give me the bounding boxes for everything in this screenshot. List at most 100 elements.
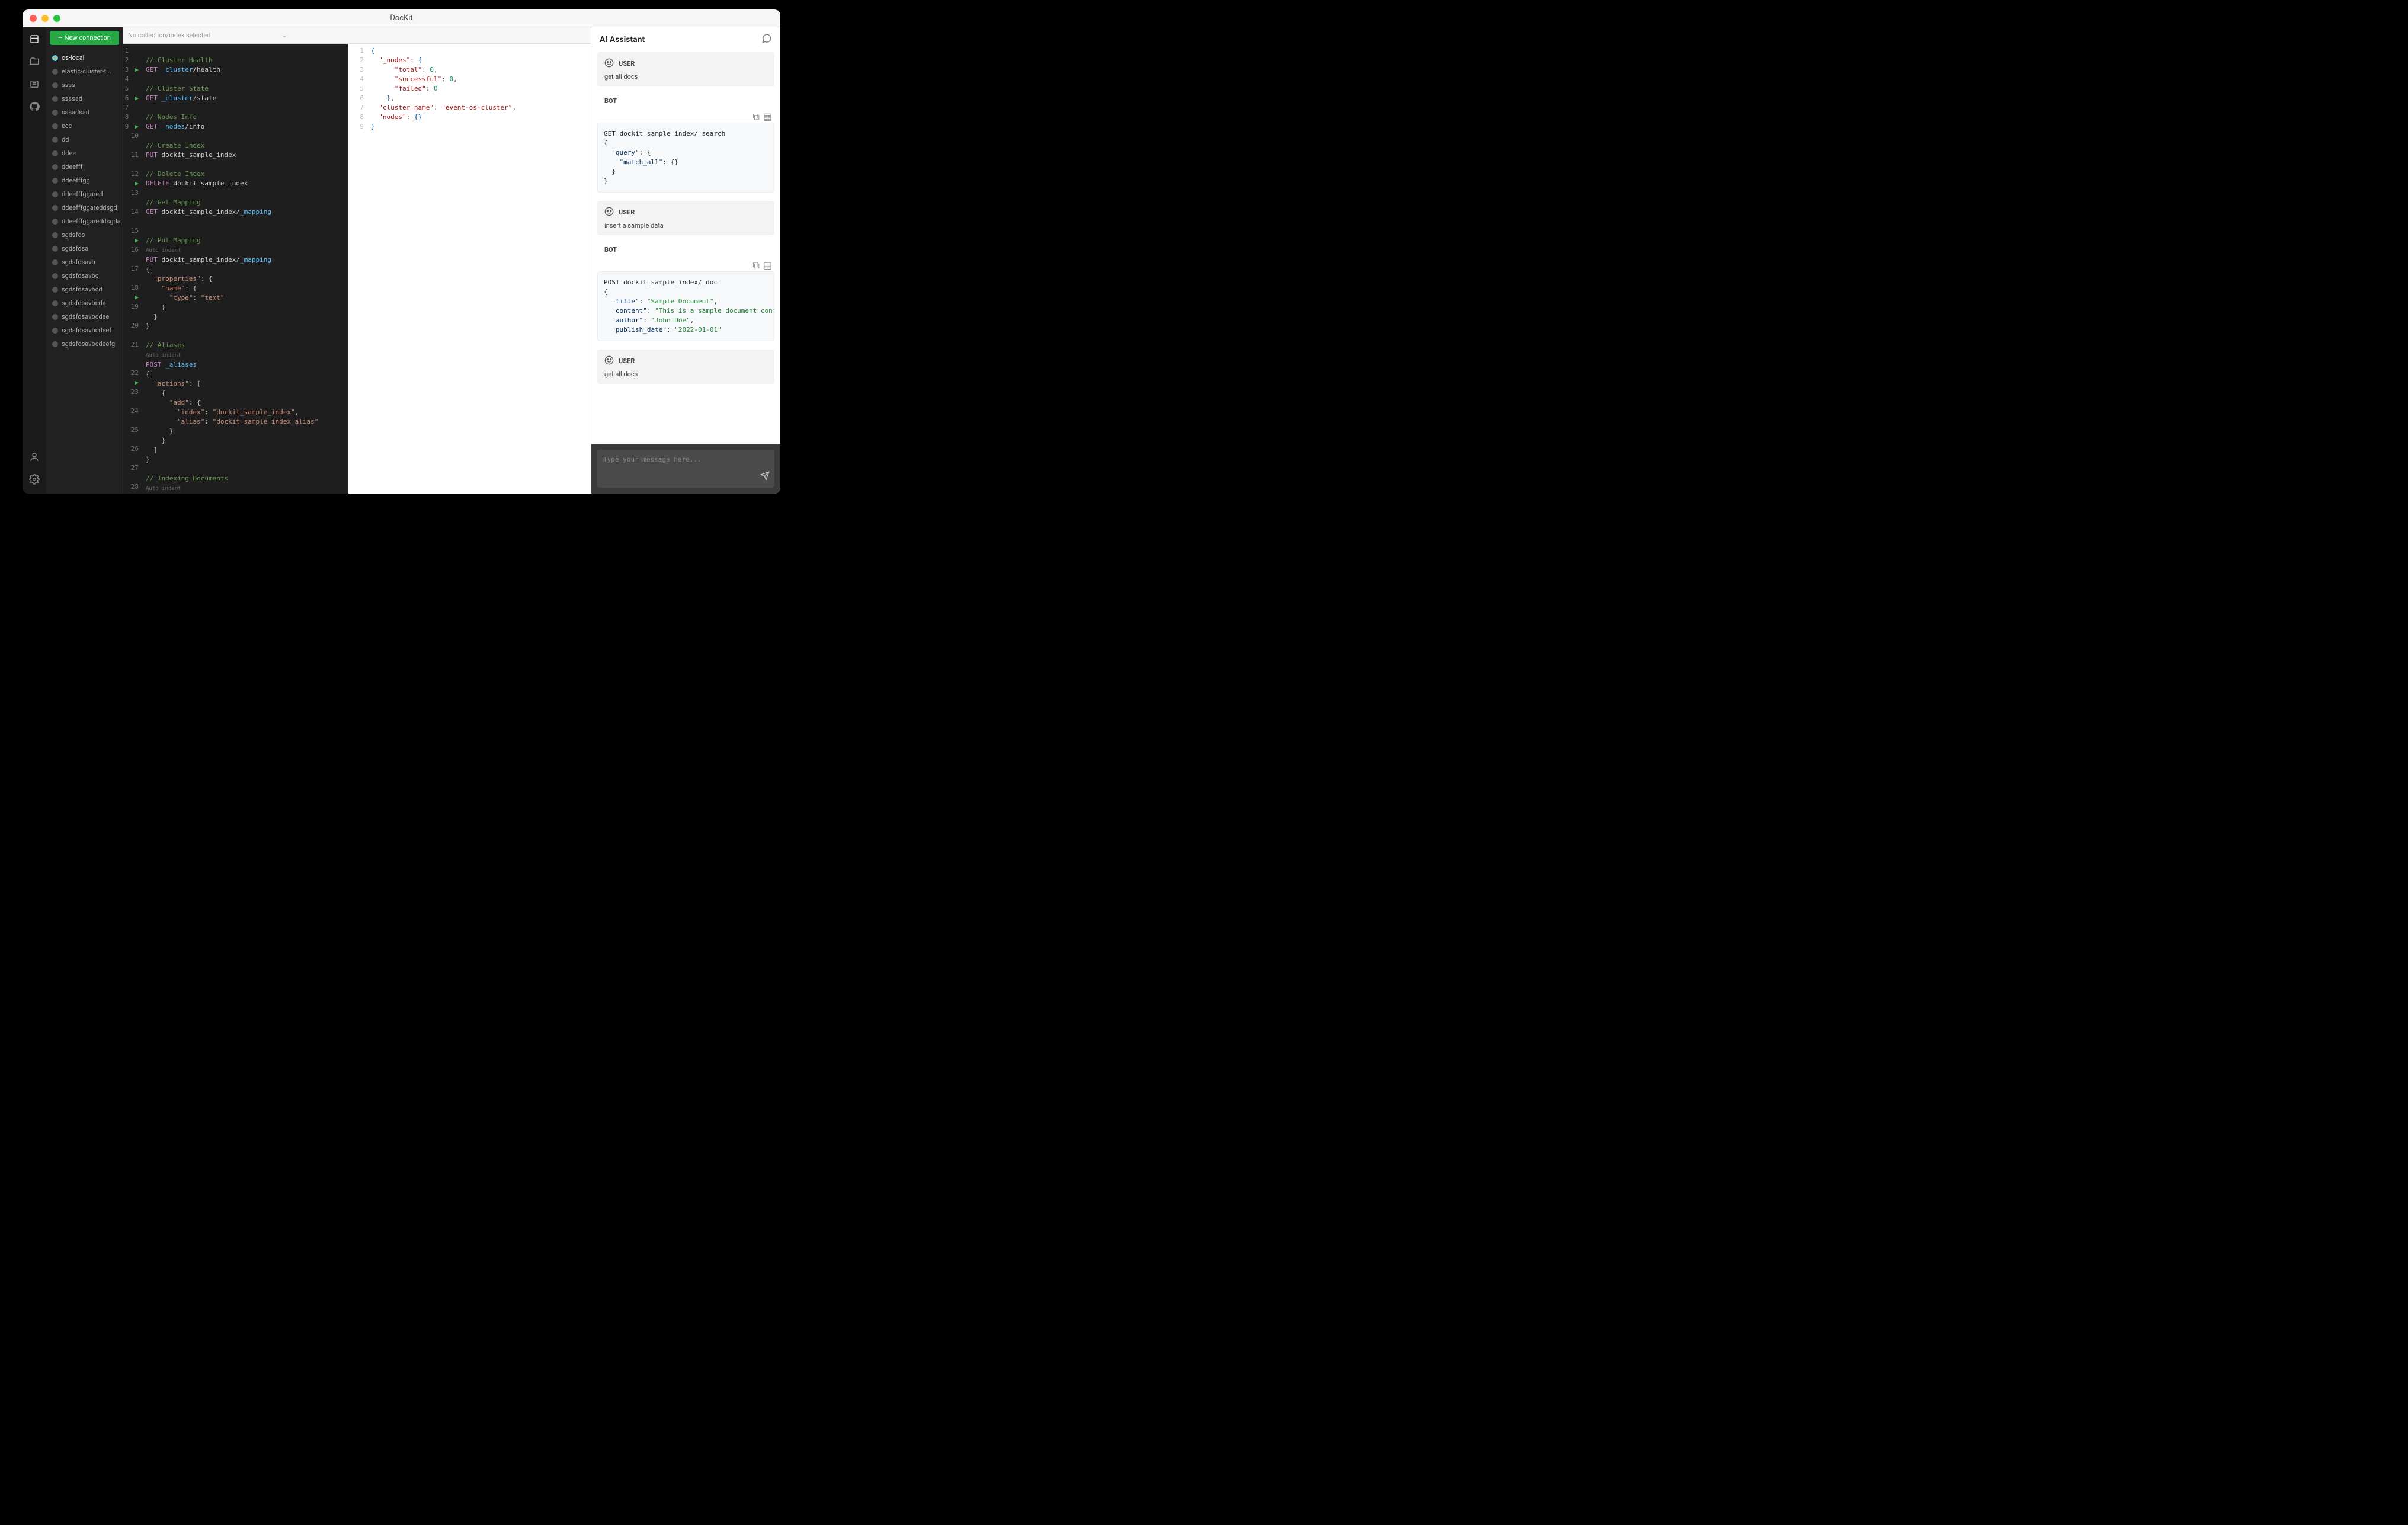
app-title: DocKit bbox=[390, 14, 412, 23]
connection-item[interactable]: sgdsfdsavbcdee bbox=[46, 310, 123, 323]
bot-code-block[interactable]: POST dockit_sample_index/_doc { "title":… bbox=[597, 271, 774, 341]
send-icon[interactable] bbox=[760, 471, 770, 483]
user-message-text: insert a sample data bbox=[604, 222, 767, 229]
connection-label: elastic-cluster-t... bbox=[62, 68, 111, 75]
insert-icon[interactable]: ▤ bbox=[763, 111, 772, 123]
bot-label: BOT bbox=[604, 97, 617, 105]
connection-item[interactable]: ddeefff bbox=[46, 160, 123, 174]
connection-label: sssadsad bbox=[62, 108, 89, 116]
connection-label: sgdsfdsa bbox=[62, 245, 88, 252]
connection-item[interactable]: ddeefffggareddsgda... bbox=[46, 214, 123, 228]
user-message: USERget all docs bbox=[597, 350, 774, 384]
insert-icon[interactable]: ▤ bbox=[763, 259, 772, 271]
connection-label: ddeefffggareddsgda... bbox=[62, 217, 123, 225]
connection-label: sgdsfdsavbcdeefg bbox=[62, 340, 115, 348]
connection-status-icon bbox=[52, 178, 58, 184]
user-icon bbox=[604, 355, 614, 367]
connection-label: sgdsfdsavbcdeef bbox=[62, 326, 111, 334]
user-message-text: get all docs bbox=[604, 73, 767, 81]
editor-toolbar: No collection/index selected ⌄ bbox=[123, 27, 591, 44]
connection-item[interactable]: elastic-cluster-t... bbox=[46, 65, 123, 78]
connection-item[interactable]: sgdsfdsavbcdeefg bbox=[46, 337, 123, 351]
connection-item[interactable]: ccc bbox=[46, 119, 123, 133]
assistant-title: AI Assistant bbox=[600, 35, 645, 44]
history-icon[interactable] bbox=[28, 78, 40, 90]
connection-status-icon bbox=[52, 246, 58, 252]
copy-icon[interactable]: ⧉ bbox=[752, 111, 759, 123]
connection-label: ddeefff bbox=[62, 163, 83, 171]
bot-code-block[interactable]: GET dockit_sample_index/_search { "query… bbox=[597, 123, 774, 193]
connection-item[interactable]: ddeefffggareddsgd bbox=[46, 201, 123, 214]
connection-label: sgdsfdsavbcde bbox=[62, 299, 106, 307]
connection-status-icon bbox=[52, 69, 58, 75]
connection-label: ddee bbox=[62, 149, 76, 157]
connection-item[interactable]: sgdsfds bbox=[46, 228, 123, 242]
user-icon[interactable] bbox=[28, 451, 40, 463]
connection-item[interactable]: ddeefffgg bbox=[46, 174, 123, 187]
connection-list: os-local elastic-cluster-t... ssss ssssad ss… bbox=[46, 49, 123, 494]
connection-item[interactable]: dd bbox=[46, 133, 123, 146]
main-area: No collection/index selected ⌄ 1 2 3 ▶4 … bbox=[123, 27, 591, 494]
connection-status-icon bbox=[52, 300, 58, 306]
connection-status-icon bbox=[52, 164, 58, 170]
settings-icon[interactable] bbox=[28, 473, 40, 485]
user-message: USERinsert a sample data bbox=[597, 201, 774, 235]
connection-status-icon bbox=[52, 123, 58, 129]
connection-status-icon bbox=[52, 341, 58, 347]
connections-icon[interactable] bbox=[28, 33, 40, 45]
user-message: USERget all docs bbox=[597, 52, 774, 86]
ai-assistant-panel: AI Assistant USERget all docsBOT⧉▤GET do… bbox=[591, 27, 780, 494]
new-connection-label: New connection bbox=[65, 34, 111, 41]
connection-status-icon bbox=[52, 191, 58, 197]
connection-label: ccc bbox=[62, 122, 72, 130]
connection-item[interactable]: ddeefffggared bbox=[46, 187, 123, 201]
connection-item[interactable]: sgdsfdsa bbox=[46, 242, 123, 255]
traffic-lights bbox=[30, 15, 60, 22]
connection-label: sgdsfdsavbc bbox=[62, 272, 98, 280]
connection-label: ddeefffgg bbox=[62, 177, 90, 184]
connection-item[interactable]: ssssad bbox=[46, 92, 123, 105]
response-editor[interactable]: 123456789 { "_nodes": { "total": 0, "suc… bbox=[348, 44, 591, 494]
connection-item[interactable]: sgdsfdsavb bbox=[46, 255, 123, 269]
connection-item[interactable]: sgdsfdsavbcdeef bbox=[46, 323, 123, 337]
chat-icon[interactable] bbox=[761, 33, 772, 46]
github-icon[interactable] bbox=[28, 101, 40, 113]
app-window: DocKit bbox=[23, 9, 780, 494]
user-message-text: get all docs bbox=[604, 370, 767, 378]
close-window-button[interactable] bbox=[30, 15, 37, 22]
connection-item[interactable]: ddee bbox=[46, 146, 123, 160]
connection-item[interactable]: sssadsad bbox=[46, 105, 123, 119]
connection-item[interactable]: os-local bbox=[46, 51, 123, 65]
connection-label: os-local bbox=[62, 54, 84, 62]
connection-status-icon bbox=[52, 205, 58, 211]
connection-label: ssssad bbox=[62, 95, 82, 102]
maximize-window-button[interactable] bbox=[53, 15, 60, 22]
connection-status-icon bbox=[52, 328, 58, 334]
collection-select[interactable]: No collection/index selected ⌄ bbox=[128, 31, 287, 39]
connection-item[interactable]: sgdsfdsavbc bbox=[46, 269, 123, 283]
connection-item[interactable]: sgdsfdsavbcde bbox=[46, 296, 123, 310]
connection-label: dd bbox=[62, 136, 69, 143]
connection-item[interactable]: sgdsfdsavbcd bbox=[46, 283, 123, 296]
bot-header: BOT bbox=[597, 94, 774, 108]
connection-status-icon bbox=[52, 137, 58, 143]
connection-label: sgdsfdsavb bbox=[62, 258, 95, 266]
user-icon bbox=[604, 58, 614, 69]
minimize-window-button[interactable] bbox=[41, 15, 49, 22]
connection-label: sgdsfdsavbcd bbox=[62, 286, 103, 293]
connection-status-icon bbox=[52, 150, 58, 156]
request-editor[interactable]: 1 2 3 ▶4 5 6 ▶7 8 9 ▶10 11 12 ▶13 14 15 … bbox=[123, 44, 348, 494]
connection-item[interactable]: ssss bbox=[46, 78, 123, 92]
bot-label: BOT bbox=[604, 246, 617, 254]
connection-status-icon bbox=[52, 96, 58, 102]
assistant-messages: USERget all docsBOT⧉▤GET dockit_sample_i… bbox=[591, 52, 780, 444]
new-connection-button[interactable]: + New connection bbox=[50, 31, 119, 45]
folder-icon[interactable] bbox=[28, 56, 40, 68]
connection-label: ssss bbox=[62, 81, 75, 89]
connection-status-icon bbox=[52, 259, 58, 265]
connection-status-icon bbox=[52, 219, 58, 225]
assistant-input[interactable] bbox=[597, 450, 774, 485]
chevron-down-icon: ⌄ bbox=[281, 31, 287, 39]
copy-icon[interactable]: ⧉ bbox=[752, 259, 759, 271]
collection-placeholder: No collection/index selected bbox=[128, 31, 210, 39]
